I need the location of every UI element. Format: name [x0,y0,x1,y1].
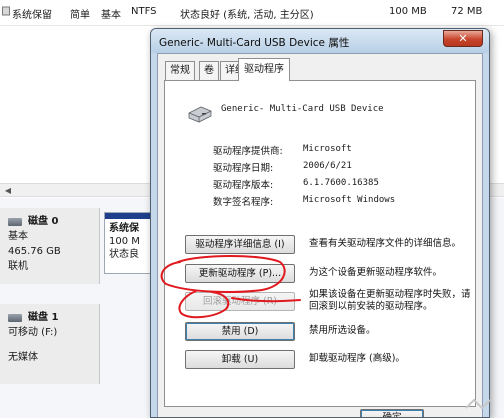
disk1-media: 无媒体 [8,352,38,363]
rollback-driver-button[interactable]: 回滚驱动程序 (R) [185,292,295,311]
disk1-title: 磁盘 1 [28,312,59,323]
disable-button[interactable]: 禁用 (D) [185,322,295,341]
disk0-status: 联机 [8,261,28,272]
volume-name: 系统保留 [12,10,52,21]
ok-button[interactable]: 确定 [360,409,424,417]
driver-date-label: 驱动程序日期: [213,163,274,174]
device-properties-dialog: Generic- Multi-Card USB Device 属性 ✕ 常规 卷… [150,28,490,418]
driver-version-label: 驱动程序版本: [213,180,274,191]
tab-driver[interactable]: 驱动程序 [238,58,290,81]
tab-general[interactable]: 常规 [165,61,195,80]
usb-drive-icon [188,106,212,123]
disk0-type: 基本 [8,231,28,242]
partition-size: 100 M [109,236,140,247]
disk0-size: 465.76 GB [8,246,61,257]
volume-layout: 简单 [70,10,90,21]
disk1-label[interactable]: 磁盘 1 可移动 (F:) 无媒体 [0,304,100,384]
update-driver-desc: 为这个设备更新驱动程序软件。 [309,267,443,278]
volume-status: 状态良好 (系统, 活动, 主分区) [180,10,314,21]
disk0-label[interactable]: 磁盘 0 基本 465.76 GB 联机 [0,208,100,284]
close-button[interactable]: ✕ [443,30,483,47]
volume-drive-icon [2,6,10,19]
disk0-partition[interactable]: 系统保 100 M 状态良 [104,212,152,274]
dialog-client-area: 常规 卷 详细信息 驱动程序 Generic- Multi-Card USB D… [157,53,483,417]
disk-icon [8,217,22,226]
update-driver-button[interactable]: 更新驱动程序 (P)... [185,264,295,283]
disk-icon [8,313,22,322]
partition-status: 状态良 [109,249,139,260]
volume-list-row[interactable]: 系统保留 简单 基本 NTFS 状态良好 (系统, 活动, 主分区) 100 M… [0,0,504,26]
volume-type: 基本 [101,10,121,21]
driver-tab-panel: Generic- Multi-Card USB Device 驱动程序提供商: … [164,80,476,407]
disable-desc: 禁用所选设备。 [309,325,376,336]
rollback-driver-desc: 如果该设备在更新驱动程序时失败，请回滚到以前安装的驱动程序。 [309,289,471,312]
driver-version-value: 6.1.7600.16385 [303,178,379,188]
dialog-title: Generic- Multi-Card USB Device 属性 [159,37,350,49]
driver-provider-value: Microsoft [303,144,352,154]
scroll-left-icon[interactable]: ◀ [2,185,14,196]
digital-signer-label: 数字签名程序: [213,197,274,208]
digital-signer-value: Microsoft Windows [303,195,396,205]
driver-provider-label: 驱动程序提供商: [213,146,283,157]
uninstall-desc: 卸载驱动程序 (高级)。 [309,353,405,364]
driver-details-button[interactable]: 驱动程序详细信息 (I) [185,235,295,254]
driver-date-value: 2006/6/21 [303,161,352,171]
uninstall-button[interactable]: 卸载 (U) [185,350,295,369]
disk1-type: 可移动 (F:) [8,327,58,338]
tab-volume[interactable]: 卷 [199,61,219,80]
close-icon: ✕ [458,32,468,45]
volume-free: 72 MB [451,6,483,17]
volume-capacity: 100 MB [389,6,427,17]
partition-name: 系统保 [109,223,139,234]
driver-details-desc: 查看有关驱动程序文件的详细信息。 [309,238,462,249]
disk0-title: 磁盘 0 [28,216,59,227]
watermark-logo [465,398,491,410]
dialog-titlebar[interactable]: Generic- Multi-Card USB Device 属性 ✕ [151,29,489,53]
volume-fs: NTFS [131,6,157,17]
device-name: Generic- Multi-Card USB Device [221,104,384,114]
